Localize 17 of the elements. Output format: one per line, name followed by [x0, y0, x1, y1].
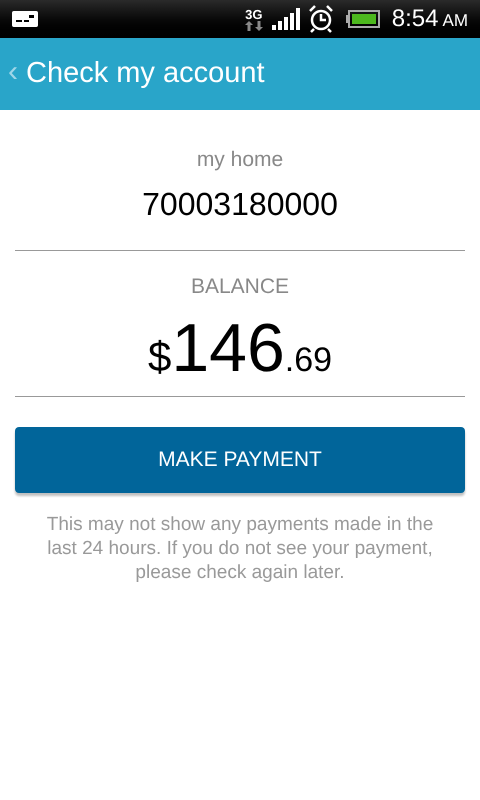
network-type: 3G — [245, 8, 262, 20]
account-name: my home — [196, 147, 284, 173]
account-number: 70003180000 — [141, 184, 339, 224]
battery-icon — [346, 10, 380, 28]
payment-notice: This may not show any payments made in the last 24 hours. If you do not see your payment, please check again later. — [46, 513, 434, 585]
clock-meridiem: AM — [442, 10, 468, 32]
currency-symbol: $ — [148, 332, 172, 382]
alarm-clock-icon — [308, 5, 334, 33]
balance-dollars: 146 — [171, 309, 285, 388]
make-payment-button[interactable]: MAKE PAYMENT — [15, 427, 465, 493]
clock-time: 8:54 — [392, 4, 438, 34]
balance-label: BALANCE — [190, 274, 290, 300]
notification-icon — [12, 11, 38, 27]
signal-icon — [272, 8, 300, 30]
screen-title: Check my account — [26, 56, 265, 92]
balance-cents: .69 — [284, 340, 332, 381]
data-arrows-icon — [244, 20, 264, 30]
